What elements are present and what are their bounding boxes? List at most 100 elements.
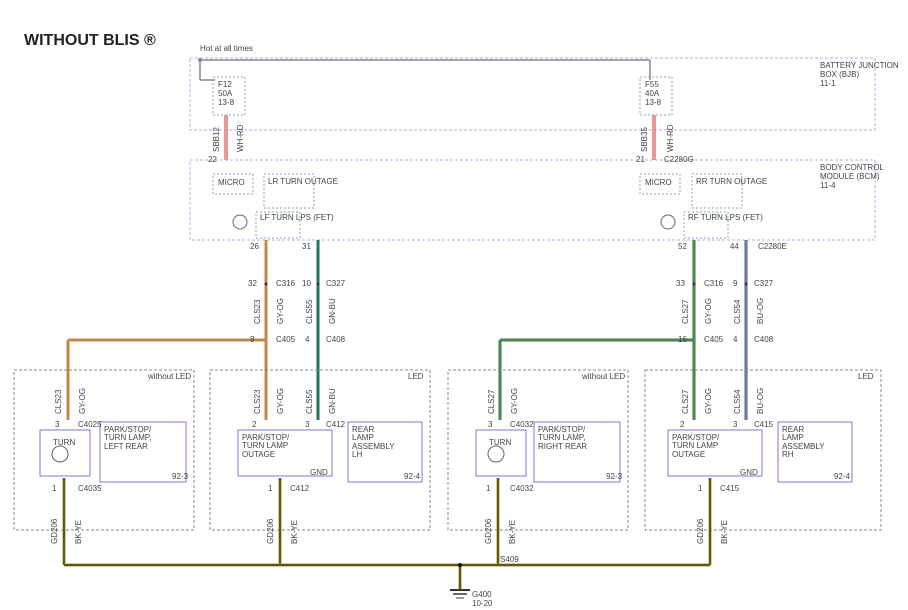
wire-gd206-d: GD206 bbox=[696, 519, 705, 544]
wire-bkye-a: BK-YE bbox=[74, 520, 83, 544]
wire-cls27-b: CLS27 bbox=[487, 390, 496, 414]
pin-22: 22 bbox=[208, 155, 217, 164]
rear-lamp-lh: REAR LAMP ASSEMBLY LH bbox=[352, 426, 395, 460]
conn-c405l: C405 bbox=[276, 335, 295, 344]
lf-turn-lps: LF TURN LPS (FET) bbox=[260, 214, 334, 222]
wire-gd206-c: GD206 bbox=[484, 519, 493, 544]
hot-label: Hot at all times bbox=[200, 44, 253, 53]
conn-c412: C412 bbox=[290, 484, 309, 493]
pin-9: 9 bbox=[733, 279, 737, 288]
svg-text:TURN: TURN bbox=[489, 438, 511, 447]
conn-c408r: C408 bbox=[754, 335, 773, 344]
pin-2b: 2 bbox=[252, 420, 256, 429]
pin-1a: 1 bbox=[52, 484, 56, 493]
pin-1c: 1 bbox=[486, 484, 490, 493]
conn-c415t: C415 bbox=[754, 420, 773, 429]
park-stop-left: PARK/STOP/ TURN LAMP, LEFT REAR bbox=[104, 426, 151, 451]
g400: G40010-20 bbox=[472, 590, 492, 608]
wire-gyog-d: GY-OG bbox=[276, 388, 285, 414]
conn-c408l: C408 bbox=[326, 335, 345, 344]
s409: S409 bbox=[500, 555, 519, 564]
wire-cls54-b: CLS54 bbox=[733, 390, 742, 414]
bcm-label: BODY CONTROL MODULE (BCM)11-4 bbox=[820, 164, 908, 190]
conn-c4035: C4035 bbox=[78, 484, 102, 493]
wire-cls27-c: CLS27 bbox=[681, 390, 690, 414]
pin-3g: 3 bbox=[733, 420, 737, 429]
park-outage-l: PARK/STOP/ TURN LAMP OUTAGE bbox=[242, 434, 289, 459]
pin-26: 26 bbox=[250, 242, 259, 251]
ref-92-3-a: 92-3 bbox=[172, 472, 188, 481]
wire-cls55-a: CLS55 bbox=[305, 300, 314, 324]
pin-33: 33 bbox=[676, 279, 685, 288]
pin-44: 44 bbox=[730, 242, 739, 251]
conn-c4032: C4032 bbox=[510, 484, 534, 493]
wire-cls54-a: CLS54 bbox=[733, 300, 742, 324]
ref-92-4-a: 92-4 bbox=[404, 472, 420, 481]
pin-21: 21 bbox=[636, 155, 645, 164]
wire-cls23-a: CLS23 bbox=[253, 300, 262, 324]
wire-cls55-b: CLS55 bbox=[305, 390, 314, 414]
pin-31: 31 bbox=[302, 242, 311, 251]
lr-turn-outage: LR TURN OUTAGE bbox=[268, 178, 338, 186]
pin-1d: 1 bbox=[698, 484, 702, 493]
conn-c316r: C316 bbox=[704, 279, 723, 288]
wire-gyog-a: GY-OG bbox=[276, 298, 285, 324]
ref-92-4-b: 92-4 bbox=[834, 472, 850, 481]
conn-c4032t: C4032 bbox=[510, 420, 534, 429]
park-outage-r: PARK/STOP/ TURN LAMP OUTAGE bbox=[672, 434, 719, 459]
gnd-r: GND bbox=[740, 468, 758, 477]
pin-2f: 2 bbox=[680, 420, 684, 429]
conn-c4025: C4025 bbox=[78, 420, 102, 429]
wire-gnbu-a: GN-BU bbox=[328, 298, 337, 324]
svg-text:TURN: TURN bbox=[53, 438, 75, 447]
wire-gyog-e: GY-OG bbox=[510, 388, 519, 414]
fuse-f55: F5540A13-8 bbox=[645, 80, 661, 107]
fuse-f12: F1250A13-8 bbox=[218, 80, 234, 107]
rf-turn-lps: RF TURN LPS (FET) bbox=[688, 214, 763, 222]
conn-c2280g: C2280G bbox=[664, 155, 694, 164]
micro-r: MICRO bbox=[645, 178, 672, 187]
wire-bkye-c: BK-YE bbox=[508, 520, 517, 544]
park-stop-right: PARK/STOP/ TURN LAMP, RIGHT REAR bbox=[538, 426, 587, 451]
conn-c412t: C412 bbox=[326, 420, 345, 429]
tag-without-led-2: without LED bbox=[582, 372, 625, 381]
pin-8: 8 bbox=[250, 335, 254, 344]
rear-lamp-rh: REAR LAMP ASSEMBLY RH bbox=[782, 426, 825, 460]
conn-c405r: C405 bbox=[704, 335, 723, 344]
wire-bkye-d: BK-YE bbox=[720, 520, 729, 544]
pin-3e: 3 bbox=[488, 420, 492, 429]
wire-cls23-b: CLS23 bbox=[54, 390, 63, 414]
wire-sbb35: SBB35 bbox=[640, 127, 649, 152]
tag-without-led-1: without LED bbox=[148, 372, 191, 381]
micro-l: MICRO bbox=[218, 178, 245, 187]
conn-c327r: C327 bbox=[754, 279, 773, 288]
tag-led-2: LED bbox=[858, 372, 874, 381]
wire-whrd2: WH-RD bbox=[666, 124, 675, 152]
pin-10: 10 bbox=[302, 279, 311, 288]
wire-gyog-f: GY-OG bbox=[704, 388, 713, 414]
wire-sbb12: SBB12 bbox=[212, 127, 221, 152]
pin-1b: 1 bbox=[268, 484, 272, 493]
ref-92-3-b: 92-3 bbox=[606, 472, 622, 481]
pin-32: 32 bbox=[248, 279, 257, 288]
wire-whrd1: WH-RD bbox=[236, 124, 245, 152]
wire-buog-b: BU-OG bbox=[756, 388, 765, 414]
wiring-diagram: TURN TURN bbox=[0, 0, 908, 610]
conn-c327l: C327 bbox=[326, 279, 345, 288]
bjb-label: BATTERY JUNCTION BOX (BJB)11-1 bbox=[820, 62, 908, 88]
wire-gd206-a: GD206 bbox=[50, 519, 59, 544]
wire-gnbu-b: GN-BU bbox=[328, 388, 337, 414]
wire-cls27-a: CLS27 bbox=[681, 300, 690, 324]
wire-gd206-b: GD206 bbox=[266, 519, 275, 544]
rr-turn-outage: RR TURN OUTAGE bbox=[696, 178, 767, 186]
conn-c2280e: C2280E bbox=[758, 242, 787, 251]
wire-gyog-b: GY-OG bbox=[704, 298, 713, 324]
wire-bkye-b: BK-YE bbox=[290, 520, 299, 544]
wire-gyog-c: GY-OG bbox=[78, 388, 87, 414]
wire-buog-a: BU-OG bbox=[756, 298, 765, 324]
pin-4r: 4 bbox=[733, 335, 737, 344]
tag-led-1: LED bbox=[408, 372, 424, 381]
conn-c415: C415 bbox=[720, 484, 739, 493]
wire-cls23-c: CLS23 bbox=[253, 390, 262, 414]
conn-c316l: C316 bbox=[276, 279, 295, 288]
